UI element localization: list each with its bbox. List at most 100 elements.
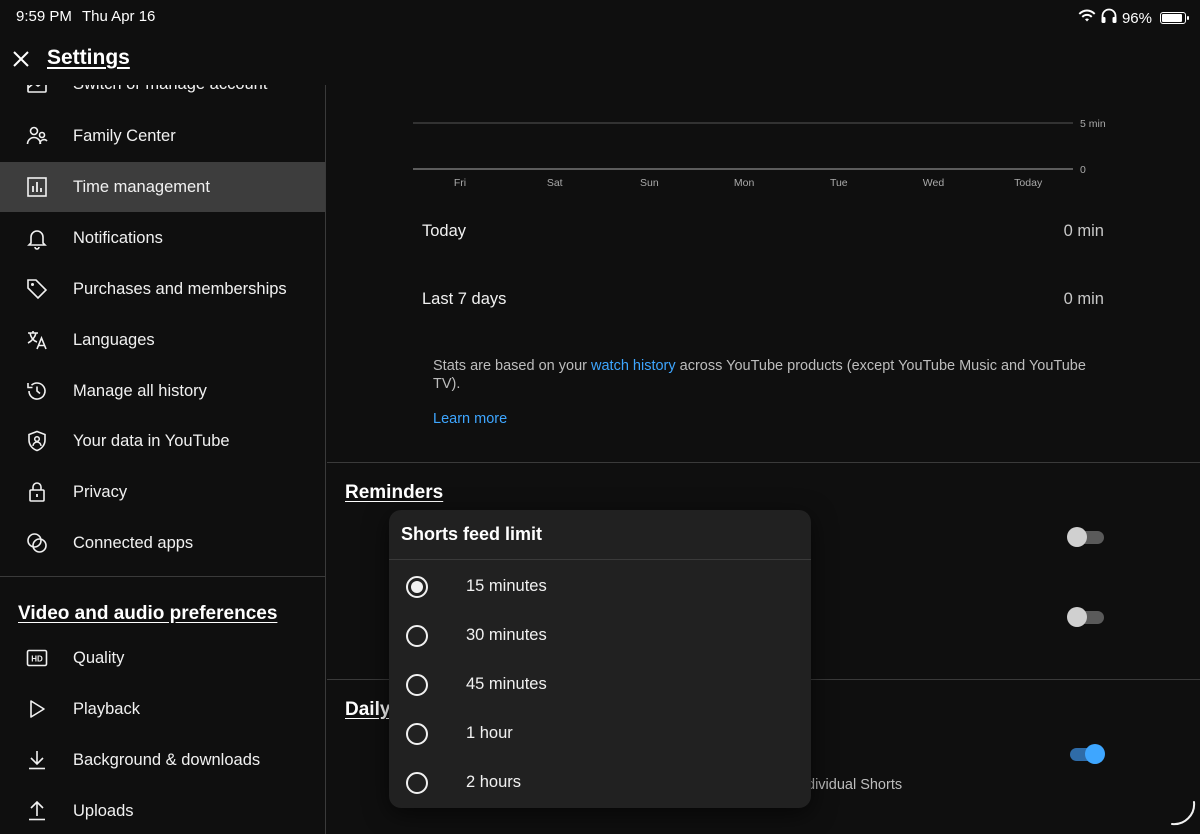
status-bar: 9:59 PM Thu Apr 16 96% xyxy=(0,0,1200,34)
radio-selected-icon xyxy=(406,576,428,598)
sidebar-item-history[interactable]: Manage all history xyxy=(0,366,325,416)
option-30-minutes[interactable]: 30 minutes xyxy=(389,612,811,661)
sidebar-item-label: Privacy xyxy=(73,482,128,501)
stats-note: Stats are based on your watch history ac… xyxy=(433,357,1113,393)
sidebar-item-label: Languages xyxy=(73,330,155,349)
last-7-days-label: Last 7 days xyxy=(422,290,507,308)
play-icon xyxy=(24,696,50,722)
chart-y-tick-label: 0 xyxy=(1080,164,1086,176)
today-value: 0 min xyxy=(1063,222,1104,240)
option-label: 30 minutes xyxy=(466,626,547,644)
sidebar-section-title: Video and audio preferences xyxy=(18,603,278,624)
sidebar-item-your-data[interactable]: Your data in YouTube xyxy=(0,416,325,466)
switch-account-icon xyxy=(24,85,50,97)
sidebar-item-label: Family Center xyxy=(73,126,176,145)
sidebar-item-background-downloads[interactable]: Background & downloads xyxy=(0,735,325,785)
sidebar: Switch or manage account Family Center T… xyxy=(0,85,326,834)
history-icon xyxy=(24,378,50,404)
sidebar-item-label: Purchases and memberships xyxy=(73,279,287,298)
sidebar-item-languages[interactable]: Languages xyxy=(0,315,325,365)
radio-icon xyxy=(406,625,428,647)
headphones-icon xyxy=(1100,8,1118,28)
chart-x-tick-label: Mon xyxy=(734,177,755,189)
tag-icon xyxy=(24,276,50,302)
sidebar-item-purchases[interactable]: Purchases and memberships xyxy=(0,264,325,314)
close-button[interactable] xyxy=(10,48,32,70)
sidebar-item-label: Manage all history xyxy=(73,381,207,400)
sidebar-item-label: Background & downloads xyxy=(73,750,261,769)
option-15-minutes[interactable]: 15 minutes xyxy=(389,563,811,612)
watch-history-link[interactable]: watch history xyxy=(591,358,676,374)
toggle-knob xyxy=(1067,527,1087,547)
sidebar-item-time-management[interactable]: Time management xyxy=(0,162,325,212)
sidebar-item-family-center[interactable]: Family Center xyxy=(0,111,325,161)
status-right: 96% xyxy=(1078,8,1189,28)
chart-x-tick-label: Tue xyxy=(830,177,848,189)
option-label: 2 hours xyxy=(466,773,522,791)
reminders-title: Reminders xyxy=(345,482,444,503)
upload-icon xyxy=(24,798,50,824)
last-7-days-value: 0 min xyxy=(1063,290,1104,308)
battery-percent: 96% xyxy=(1121,9,1152,27)
bell-icon xyxy=(24,225,50,251)
chart-x-tick-label: Sat xyxy=(547,177,563,189)
radio-icon xyxy=(406,674,428,696)
option-label: 1 hour xyxy=(466,724,513,742)
reminder-toggle-1[interactable] xyxy=(1067,526,1105,548)
option-2-hours[interactable]: 2 hours xyxy=(389,759,811,808)
option-label: 15 minutes xyxy=(466,577,547,595)
sidebar-item-playback[interactable]: Playback xyxy=(0,684,325,734)
sidebar-item-label: Notifications xyxy=(73,228,163,247)
sidebar-item-label: Switch or manage account xyxy=(73,85,267,94)
resize-corner-icon xyxy=(1171,801,1196,826)
shorts-feed-limit-dialog: Shorts feed limit 15 minutes 30 minutes … xyxy=(389,510,811,808)
chart-y-tick-label: 5 min xyxy=(1080,118,1106,130)
sidebar-item-privacy[interactable]: Privacy xyxy=(0,467,325,517)
sidebar-item-label: Playback xyxy=(73,699,140,718)
watch-time-chart: 5 min 0 Fri Sat Sun Mon Tue Wed Today xyxy=(413,118,1106,189)
svg-text:HD: HD xyxy=(31,655,43,664)
toggle-knob xyxy=(1085,744,1105,764)
page-title: Settings xyxy=(47,46,130,69)
family-icon xyxy=(24,123,50,149)
sidebar-item-label: Quality xyxy=(73,648,125,667)
chart-icon xyxy=(24,174,50,200)
sidebar-item-label: Your data in YouTube xyxy=(73,431,230,450)
option-45-minutes[interactable]: 45 minutes xyxy=(389,661,811,710)
daily-description: dividual Shorts xyxy=(807,777,903,793)
battery-icon xyxy=(1160,12,1189,24)
sidebar-item-label: Time management xyxy=(73,177,210,196)
status-date: Thu Apr 16 xyxy=(82,8,156,25)
dialog-divider xyxy=(389,559,811,560)
sidebar-item-switch-account[interactable]: Switch or manage account xyxy=(0,85,325,109)
sidebar-item-label: Uploads xyxy=(73,801,134,820)
learn-more-link[interactable]: Learn more xyxy=(433,411,507,427)
radio-icon xyxy=(406,723,428,745)
download-icon xyxy=(24,747,50,773)
section-divider xyxy=(327,462,1200,463)
toggle-knob xyxy=(1067,607,1087,627)
connected-apps-icon xyxy=(24,530,50,556)
sidebar-item-uploads[interactable]: Uploads xyxy=(0,786,325,834)
hd-icon: HD xyxy=(24,645,50,671)
lock-icon xyxy=(24,479,50,505)
radio-icon xyxy=(406,772,428,794)
option-1-hour[interactable]: 1 hour xyxy=(389,710,811,759)
sidebar-item-quality[interactable]: HD Quality xyxy=(0,633,325,683)
reminder-toggle-2[interactable] xyxy=(1067,606,1105,628)
shield-person-icon xyxy=(24,428,50,454)
option-label: 45 minutes xyxy=(466,675,547,693)
chart-x-tick-label: Wed xyxy=(923,177,945,189)
sidebar-item-connected-apps[interactable]: Connected apps xyxy=(0,518,325,568)
shorts-limit-toggle[interactable] xyxy=(1067,743,1105,765)
chart-x-tick-label: Fri xyxy=(454,177,466,189)
daily-title: Daily xyxy=(345,699,391,720)
close-icon xyxy=(13,51,29,67)
stats-note-prefix: Stats are based on your xyxy=(433,358,591,374)
translate-icon xyxy=(24,327,50,353)
sidebar-divider xyxy=(0,576,325,577)
today-label: Today xyxy=(422,222,467,240)
sidebar-item-notifications[interactable]: Notifications xyxy=(0,213,325,263)
chart-x-tick-label: Today xyxy=(1014,177,1043,189)
status-time: 9:59 PM xyxy=(16,8,72,25)
